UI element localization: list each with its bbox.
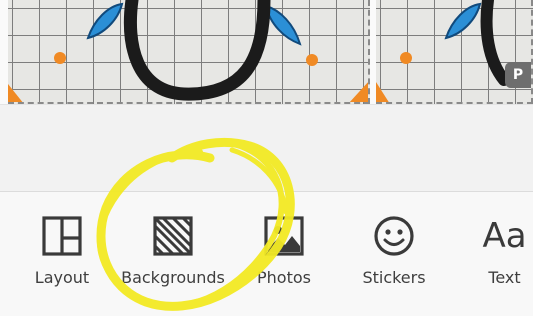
text-label: Text bbox=[488, 268, 521, 287]
backgrounds-label: Backgrounds bbox=[121, 268, 225, 287]
smiley-icon bbox=[372, 214, 416, 258]
text-button[interactable]: Aa Text bbox=[476, 192, 533, 316]
layout-button[interactable]: Layout bbox=[26, 192, 98, 316]
orange-triangle bbox=[8, 84, 23, 102]
photos-button[interactable]: Photos bbox=[246, 192, 322, 316]
black-curve-shape bbox=[123, 0, 271, 101]
backgrounds-button[interactable]: Backgrounds bbox=[118, 192, 228, 316]
orange-triangle bbox=[349, 82, 368, 102]
layout-label: Layout bbox=[34, 268, 90, 287]
blue-leaf-shape bbox=[264, 4, 302, 46]
blue-leaf-shape bbox=[444, 2, 482, 40]
orange-dot bbox=[400, 52, 412, 64]
layout-icon bbox=[40, 214, 84, 258]
orange-dot bbox=[54, 52, 66, 64]
stickers-button[interactable]: Stickers bbox=[352, 192, 436, 316]
blue-leaf-shape bbox=[86, 2, 124, 40]
orange-triangle bbox=[376, 82, 389, 102]
photos-label: Photos bbox=[257, 268, 311, 287]
photo-content-left bbox=[8, 0, 368, 102]
photo-badge[interactable]: P bbox=[505, 62, 531, 88]
canvas-area bbox=[0, 104, 533, 192]
photo-icon bbox=[262, 214, 306, 258]
collage-preview: P bbox=[0, 0, 533, 104]
bottom-toolbar: Layout Backgrounds Photos Stickers Aa Te… bbox=[0, 192, 533, 316]
stickers-label: Stickers bbox=[362, 268, 426, 287]
text-icon-glyph: Aa bbox=[482, 216, 527, 256]
photo-content-right bbox=[376, 0, 510, 102]
photo-cell-right[interactable]: P bbox=[376, 0, 533, 104]
text-icon: Aa bbox=[482, 214, 527, 258]
backgrounds-icon bbox=[151, 214, 195, 258]
black-curve-shape bbox=[480, 0, 510, 86]
photo-cell-left[interactable] bbox=[8, 0, 370, 104]
orange-dot bbox=[306, 54, 318, 66]
